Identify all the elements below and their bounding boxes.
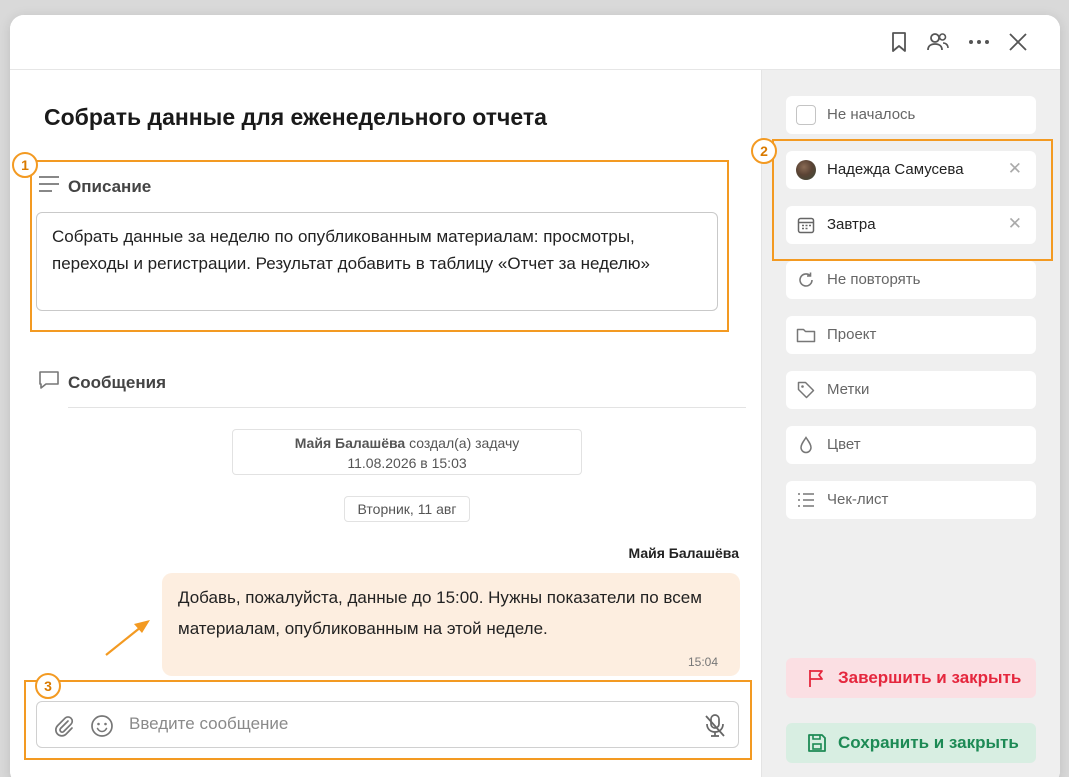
chat-icon — [38, 370, 60, 395]
clear-due-date-icon[interactable]: ✕ — [1008, 214, 1022, 234]
save-and-close-button[interactable]: Сохранить и закрыть — [786, 723, 1036, 763]
checklist-field[interactable]: Чек-лист — [786, 481, 1036, 519]
project-label: Проект — [827, 326, 877, 343]
checklist-label: Чек-лист — [827, 491, 889, 508]
checkbox-icon[interactable] — [796, 105, 816, 125]
repeat-icon — [796, 270, 816, 290]
finish-and-close-button[interactable]: Завершить и закрыть — [786, 658, 1036, 698]
checklist-icon — [796, 490, 816, 510]
avatar — [796, 160, 816, 180]
color-label: Цвет — [827, 436, 861, 453]
due-date-label: Завтра — [827, 216, 876, 233]
status-field[interactable]: Не началось — [786, 96, 1036, 134]
bookmark-icon[interactable] — [886, 29, 912, 55]
emoji-icon[interactable] — [89, 713, 115, 739]
repeat-field[interactable]: Не повторять — [786, 261, 1036, 299]
assignee-label: Надежда Самусева — [827, 161, 964, 178]
status-label: Не началось — [827, 106, 916, 123]
color-field[interactable]: Цвет — [786, 426, 1036, 464]
task-modal: Собрать данные для еженедельного отчета … — [10, 15, 1060, 777]
messages-divider — [68, 407, 746, 408]
message-composer — [36, 701, 739, 748]
task-sidebar: Не началось Надежда Самусева ✕ Завтра ✕ … — [761, 70, 1060, 777]
annotation-badge-2: 2 — [751, 138, 777, 164]
description-field[interactable]: Собрать данные за неделю по опубликованн… — [36, 212, 718, 311]
users-icon[interactable] — [925, 29, 951, 55]
modal-topbar — [10, 15, 1060, 70]
clear-assignee-icon[interactable]: ✕ — [1008, 159, 1022, 179]
task-main: Собрать данные для еженедельного отчета … — [10, 70, 761, 777]
task-title[interactable]: Собрать данные для еженедельного отчета — [44, 104, 547, 131]
description-header: Описание — [38, 175, 151, 198]
mic-off-icon[interactable] — [702, 713, 728, 739]
save-icon — [806, 732, 828, 754]
tags-label: Метки — [827, 381, 870, 398]
messages-heading: Сообщения — [68, 372, 166, 392]
assignee-field[interactable]: Надежда Самусева ✕ — [786, 151, 1036, 189]
calendar-icon — [796, 215, 816, 235]
more-icon[interactable] — [966, 29, 992, 55]
description-heading: Описание — [68, 176, 152, 196]
repeat-label: Не повторять — [827, 271, 921, 288]
day-separator: Вторник, 11 авг — [344, 496, 470, 522]
due-date-field[interactable]: Завтра ✕ — [786, 206, 1036, 244]
message-bubble: Добавь, пожалуйста, данные до 15:00. Нуж… — [162, 573, 740, 676]
folder-icon — [796, 325, 816, 345]
project-field[interactable]: Проект — [786, 316, 1036, 354]
finish-and-close-label: Завершить и закрыть — [838, 668, 1022, 687]
tags-field[interactable]: Метки — [786, 371, 1036, 409]
drop-icon — [796, 435, 816, 455]
annotation-badge-1: 1 — [12, 152, 38, 178]
flag-icon — [806, 667, 828, 689]
message-time: 15:04 — [687, 655, 718, 669]
tag-icon — [796, 380, 816, 400]
message-input[interactable] — [129, 714, 689, 734]
system-message-action: создал(а) задачу — [405, 435, 520, 451]
lines-icon — [38, 175, 60, 198]
message-text: Добавь, пожалуйста, данные до 15:00. Нуж… — [178, 588, 702, 638]
annotation-badge-3: 3 — [35, 673, 61, 699]
message-author: Майя Балашёва — [628, 545, 739, 561]
close-icon[interactable] — [1005, 29, 1031, 55]
messages-header: Сообщения — [38, 370, 166, 395]
system-message: Майя Балашёва создал(а) задачу 11.08.202… — [232, 429, 582, 475]
system-message-author: Майя Балашёва — [294, 435, 406, 451]
save-and-close-label: Сохранить и закрыть — [838, 733, 1019, 752]
system-message-date: 11.08.2026 в 15:03 — [347, 455, 467, 471]
paperclip-icon[interactable] — [51, 713, 77, 739]
